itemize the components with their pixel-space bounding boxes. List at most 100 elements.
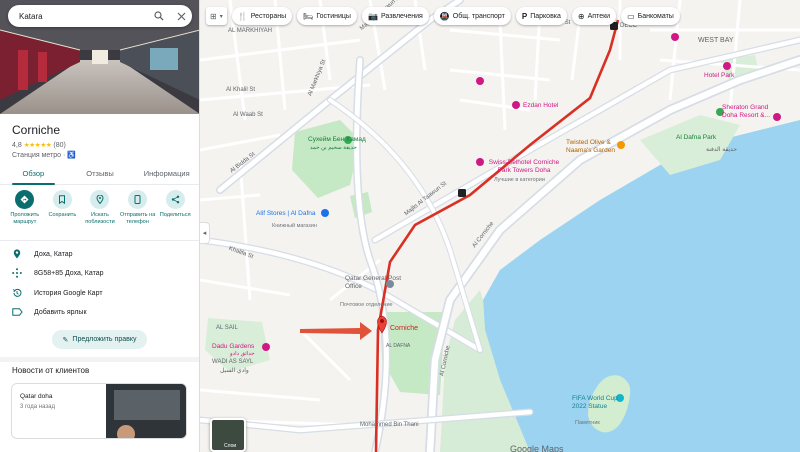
poi-alif-category: Книжный магазин <box>272 223 317 229</box>
search-box[interactable]: Katara <box>8 5 192 27</box>
poi-alif-stores[interactable]: Alif Stores | Al Dafna <box>256 210 316 217</box>
map-label-area: AL DAFNA <box>386 343 411 349</box>
info-row-add-label[interactable]: Добавить ярлык <box>0 302 199 322</box>
chevron-down-icon: ▾ <box>219 13 223 20</box>
poi-qatar-post[interactable]: Qatar General Post Office <box>345 275 405 291</box>
share-button[interactable]: Поделиться <box>156 190 194 236</box>
review-count[interactable]: (80) <box>53 142 65 149</box>
place-tabs: Обзор Отзывы Информация <box>0 164 199 185</box>
chip-parking[interactable]: P Парковка <box>515 7 567 25</box>
nearby-button[interactable]: Искать поблизости <box>81 190 119 236</box>
poi-dadu-gardens[interactable]: Dadu Gardens <box>212 343 254 350</box>
poi-fifa-statue[interactable]: FIFA World Cup 2022 Statue <box>572 395 628 411</box>
directions-icon <box>15 190 35 209</box>
poi-ezdan-hotel[interactable]: Ezdan Hotel <box>523 102 558 109</box>
news-card-title: Qatar doha <box>20 393 53 400</box>
poi-hotel-park[interactable]: Hotel Park <box>704 72 734 79</box>
bookmark-icon <box>52 190 72 209</box>
divider <box>0 240 199 241</box>
chip-label: Рестораны <box>250 12 287 20</box>
chip-hotels[interactable]: 🛏 Гостиницы <box>297 7 357 25</box>
action-label: Сохранить <box>48 212 77 218</box>
save-button[interactable]: Сохранить <box>44 190 82 236</box>
map-label-street: Al Khalil St <box>226 87 256 93</box>
poi-swiss-category: Лучшие в категории <box>494 177 545 183</box>
chip-label: Аптеки <box>587 12 611 20</box>
search-input[interactable]: Katara <box>8 12 148 21</box>
info-row-address[interactable]: Доха, Катар <box>0 244 199 264</box>
directions-button[interactable]: Проложить маршрут <box>6 190 44 236</box>
rating-stars-icon: ★★★★★ <box>23 142 52 149</box>
info-row-history[interactable]: История Google Карт <box>0 283 199 303</box>
map-label-street: Mohammed Bin Thani <box>360 422 419 428</box>
action-label: Искать поблизости <box>85 212 115 225</box>
section-divider <box>0 357 199 362</box>
camera-icon: 📷 <box>367 11 378 21</box>
poi-qatar-post-category: Почтовое отделение <box>340 302 393 308</box>
chip-pharmacies[interactable]: ⊕ Аптеки <box>571 7 617 25</box>
history-text: История Google Карт <box>34 289 103 297</box>
info-row-plus-code[interactable]: 8G58+85 Доха, Катар <box>0 263 199 283</box>
chip-restaurants[interactable]: 🍴 Рестораны <box>231 7 293 25</box>
place-category: Станция метро · ♿ <box>12 152 76 159</box>
map-label-area: AL SAIL <box>216 325 238 331</box>
tab-about[interactable]: Информация <box>133 164 199 184</box>
category-chips: ⊞ ▾ 🍴 Рестораны 🛏 Гостиницы 📷 Развлечени… <box>206 7 680 25</box>
send-to-phone-button[interactable]: Отправить на телефон <box>119 190 157 236</box>
address-text: Доха, Катар <box>34 250 73 258</box>
plus-code-icon <box>0 268 34 278</box>
collapse-panel-button[interactable]: ◂ <box>200 222 210 244</box>
news-card-photo[interactable] <box>106 384 186 438</box>
poi-park-suhaim[interactable]: Сухейм Бен Хамад <box>308 136 366 143</box>
poi-al-dafna-park[interactable]: Al Dafna Park <box>676 134 716 141</box>
search-icon[interactable] <box>148 5 170 27</box>
place-panel: Katara Corniche 4,8 ★★★★★ (80) Станция м… <box>0 0 200 452</box>
news-card[interactable]: Qatar doha 3 года назад <box>11 383 187 439</box>
close-icon[interactable] <box>170 5 192 27</box>
pharmacy-icon: ⊕ <box>577 11 585 21</box>
action-buttons: Проложить маршрут Сохранить Искать побли… <box>0 190 199 236</box>
map-label-street: Al Waab St <box>233 112 263 118</box>
annotation-arrow <box>300 322 372 340</box>
layers-toggle-button[interactable]: Слои <box>210 418 246 452</box>
transit-icon: 🚇 <box>439 11 450 21</box>
map-label-area: WEST BAY <box>698 37 734 44</box>
tab-overview[interactable]: Обзор <box>0 164 67 185</box>
poi-swiss-belhotel[interactable]: Swiss-Belhotel Corniche Park Towers Doha <box>484 159 564 175</box>
hotel-icon: 🛏 <box>303 11 314 21</box>
poi-sheraton[interactable]: Sheraton Grand Doha Resort &... <box>722 104 782 120</box>
suggest-edit-label: Предложить правку <box>72 336 137 343</box>
suggest-edit-button[interactable]: ✎ Предложить правку <box>52 330 147 349</box>
chip-label: Общ. транспорт <box>452 12 505 20</box>
map-label-park: حديقة الدفنة <box>706 147 737 153</box>
poi-twisted-olive[interactable]: Twisted Olive & Naama's Garden <box>566 139 628 155</box>
poi-corniche-label[interactable]: Corniche <box>390 325 418 332</box>
chip-label: Парковка <box>530 12 561 20</box>
label-icon <box>0 308 34 316</box>
plus-code-text: 8G58+85 Доха, Катар <box>34 269 104 277</box>
location-pin-icon <box>0 249 34 259</box>
history-icon <box>0 288 34 298</box>
poi-park-suhaim-ar: حديقة سحيم بن حمد <box>310 145 357 151</box>
nearby-icon <box>90 190 110 209</box>
chip-transit[interactable]: 🚇 Общ. транспорт <box>433 7 511 25</box>
google-maps-app: AL MARKHIYAH Al Khalil St Al Waab St Al … <box>0 0 800 452</box>
park-suhaim <box>292 120 360 198</box>
poi-fifa-category: Памятник <box>575 420 600 426</box>
send-to-phone-icon <box>128 190 148 209</box>
action-label: Поделиться <box>159 212 191 218</box>
share-icon <box>165 190 185 209</box>
rating-value: 4,8 <box>12 141 22 149</box>
chip-atms[interactable]: ▭ Банкоматы <box>621 7 680 25</box>
map-label-area: وادي السيل <box>220 368 249 374</box>
news-card-time: 3 года назад <box>20 404 55 410</box>
poi-dadu-gardens-ar: حدائق دادو <box>230 351 255 357</box>
layers-menu-button[interactable]: ⊞ ▾ <box>206 7 227 25</box>
map-canvas[interactable]: AL MARKHIYAH Al Khalil St Al Waab St Al … <box>200 0 800 452</box>
store-pin <box>321 209 329 217</box>
chip-entertainment[interactable]: 📷 Развлечения <box>361 7 429 25</box>
chip-label: Банкоматы <box>637 12 674 20</box>
place-title: Corniche <box>12 123 61 137</box>
tab-reviews[interactable]: Отзывы <box>67 164 134 184</box>
parking-icon: P <box>521 11 528 21</box>
